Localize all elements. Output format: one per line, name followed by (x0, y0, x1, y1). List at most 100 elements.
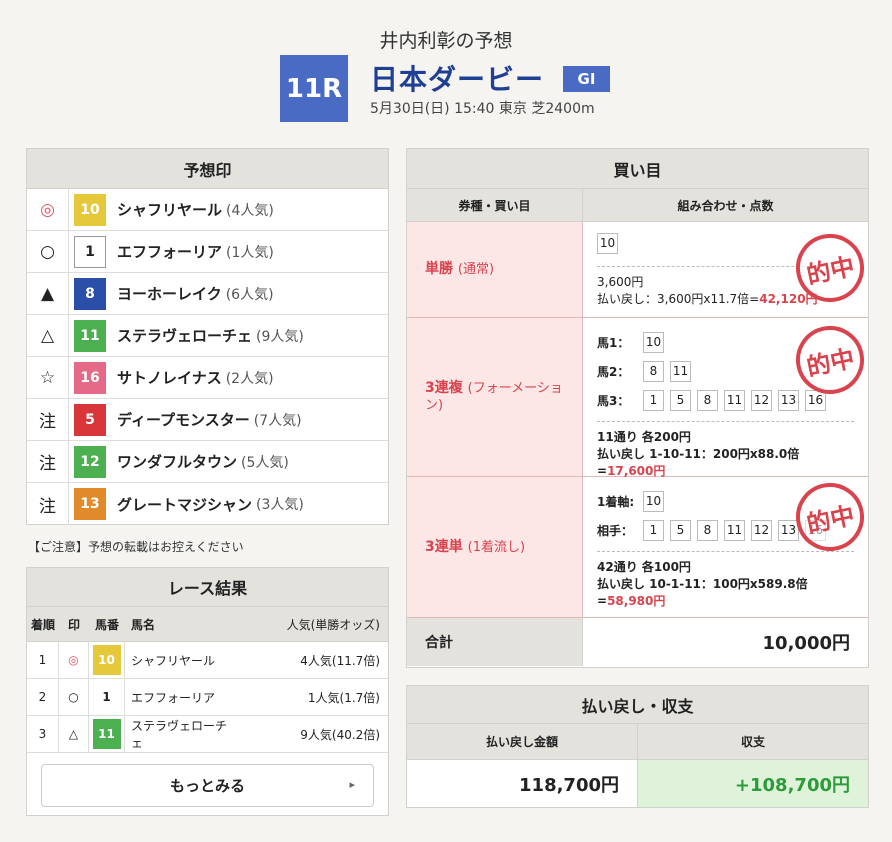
leg-label: 馬2： (597, 365, 630, 379)
horse-name: ワンダフルタウン (117, 453, 238, 471)
pick-mark: ○ (27, 230, 69, 273)
horse-name: ステラヴェローチェ (117, 327, 253, 345)
col-payout: 払い戻し金額 (407, 724, 638, 759)
page-title: 井内利彰の予想 (379, 30, 513, 52)
result-row: 3 △ 11 ステラヴェローチェ 9人気(40.2倍) (27, 716, 388, 753)
popularity: (2人気) (225, 370, 274, 387)
payout-label: 払い戻し：3,600円x11.7倍= (597, 292, 760, 306)
bet-trio: 3連複 (フォーメーション) 馬1： 10 馬2： 8 11 馬3： 1 5 8 11 12 13… (407, 318, 871, 478)
pick-mark: ☆ (27, 356, 69, 399)
pick-row: 注 13 グレートマジシャン (3人気) (27, 483, 388, 525)
picks-heading: 予想印 (27, 149, 388, 189)
horse-box: 12 (751, 390, 772, 411)
horse-box: 5 (670, 520, 691, 541)
result-pop: 1人気(1.7倍) (307, 690, 380, 705)
col-num: 馬番 (94, 617, 119, 632)
horse-number: 11 (74, 319, 106, 352)
result-mark: △ (59, 716, 89, 752)
result-pos: 2 (27, 679, 59, 715)
result-pos: 3 (27, 716, 59, 752)
col-balance: 収支 (740, 735, 765, 749)
bet-detail: 1着軸:10 相手：15811121316 的中 42通り 各100円 払い戻し… (583, 476, 871, 617)
horse-name: ディープモンスター (117, 411, 250, 429)
balance-amount: +108,700円 (638, 760, 868, 807)
bet-type: 単勝 (通常) (407, 222, 583, 317)
horse-number: 13 (74, 488, 106, 520)
bet-type-label: 3連単 (425, 538, 463, 555)
bet-type-sub: (通常) (457, 262, 495, 278)
result-name: シャフリヤール (131, 653, 216, 668)
horse-box: 8 (697, 520, 718, 541)
horse-box: 8 (697, 390, 718, 411)
horse-number: 16 (74, 361, 106, 394)
horse-number: 11 (92, 719, 121, 749)
bet-summary: 11通り 各200円 (597, 430, 691, 444)
result-mark: ◎ (59, 642, 89, 678)
more-button[interactable]: もっとみる ▸ (41, 764, 374, 807)
popularity: (9人気) (256, 328, 304, 345)
popularity: (3人気) (256, 497, 304, 513)
bet-type: 3連複 (フォーメーション) (407, 318, 583, 476)
result-row: 1 ◎ 10 シャフリヤール 4人気(11.7倍) (27, 642, 388, 679)
grade-badge: GI (563, 66, 610, 92)
leg-label: 馬3： (597, 394, 630, 408)
horse-box: 12 (751, 520, 772, 541)
col-mark: 印 (67, 617, 80, 632)
more-label: もっとみる (169, 777, 245, 795)
horse-name: シャフリヤール (117, 201, 223, 219)
horse-box: 11 (724, 520, 745, 541)
col-combo: 組み合わせ・点数 (677, 198, 774, 213)
horse-number: 10 (92, 645, 121, 675)
pick-mark: ◎ (27, 188, 69, 231)
race-number: 11R (280, 55, 348, 122)
payout-values-row: 118,700円 +108,700円 (407, 760, 868, 807)
col-name: 馬名 (131, 617, 156, 632)
horse-number: 5 (74, 403, 106, 436)
pick-mark: ▲ (27, 272, 69, 315)
payout-value: 17,600円 (607, 464, 666, 478)
payout-panel: 払い戻し・収支 払い戻し金額 収支 118,700円 +108,700円 (406, 685, 869, 808)
bet-type: 3連単 (1着流し) (407, 477, 583, 617)
horse-name: ヨーホーレイク (117, 285, 222, 303)
horse-number: 1 (74, 235, 106, 268)
bets-heading: 買い目 (407, 149, 868, 189)
bet-detail: 10 的中 3,600円 払い戻し：3,600円x11.7倍=42,120円 (583, 222, 871, 317)
picks-list: ◎ 10 シャフリヤール (4人気) ○ 1 エフフォーリア (1人気) ▲ 8 ヨーホーレイク (6… (27, 188, 388, 525)
pick-row: ☆ 16 サトノレイナス (2人気) (27, 356, 388, 399)
horse-box: 10 (643, 491, 664, 512)
pick-row: 注 12 ワンダフルタウン (5人気) (27, 440, 388, 483)
col-pos: 着順 (30, 617, 55, 632)
horse-box: 11 (670, 361, 691, 382)
result-name: ステラヴェローチェ (131, 719, 228, 750)
horse-box: 5 (670, 390, 691, 411)
result-num-cell: 10 (89, 642, 125, 678)
result-mark: ○ (59, 679, 89, 715)
chevron-right-icon: ▸ (349, 778, 355, 791)
horse-box: 11 (724, 390, 745, 411)
pick-row: ○ 1 エフフォーリア (1人気) (27, 230, 388, 273)
bet-win: 単勝 (通常) 10 的中 3,600円 払い戻し：3,600円x11.7倍=4… (407, 222, 871, 318)
result-num-cell: 11 (89, 716, 125, 752)
pick-row: 注 5 ディープモンスター (7人気) (27, 398, 388, 441)
horse-name: サトノレイナス (117, 369, 222, 387)
horse-box: 1 (643, 520, 664, 541)
horse-box: 10 (597, 232, 618, 254)
bet-summary: 42通り 各100円 (597, 560, 691, 574)
picks-panel: 予想印 ◎ 10 シャフリヤール (4人気) ○ 1 エフフォーリア (1人気) ▲ 8 ヨーホーレ… (26, 148, 389, 525)
total-value: 10,000円 (762, 633, 850, 654)
popularity: (7人気) (253, 412, 302, 429)
horse-box: 1 (643, 390, 664, 411)
horse-number: 12 (74, 445, 106, 478)
pick-row: ▲ 8 ヨーホーレイク (6人気) (27, 272, 388, 315)
bets-total-row: 合計 10,000円 (407, 618, 868, 666)
results-rows: 1 ◎ 10 シャフリヤール 4人気(11.7倍) 2 ○ 1 エフフォーリア 1人気(1.7倍)… (27, 642, 388, 753)
horse-number: 8 (74, 277, 106, 310)
bets-header-row: 券種・買い目 組み合わせ・点数 (407, 189, 868, 222)
result-pos: 1 (27, 642, 59, 678)
popularity: (6人気) (225, 286, 274, 303)
popularity: (5人気) (241, 454, 289, 471)
pick-mark: 注 (27, 483, 69, 525)
total-label: 合計 (407, 618, 583, 666)
bet-type-sub: (1着流し) (467, 539, 526, 555)
leg-label: 馬1： (597, 336, 630, 350)
